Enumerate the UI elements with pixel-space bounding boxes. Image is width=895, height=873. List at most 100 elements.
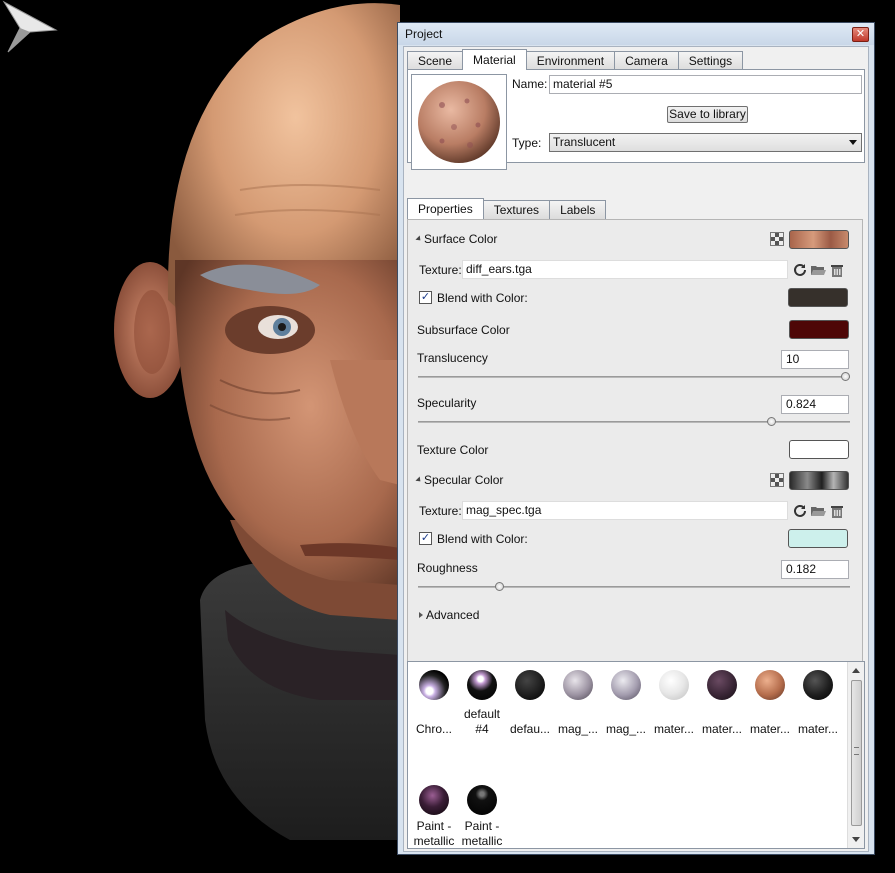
- material-type-select[interactable]: Translucent: [549, 133, 862, 152]
- checker-texture-icon[interactable]: [770, 232, 784, 246]
- texture-color-label: Texture Color: [417, 443, 489, 457]
- material-ball-icon: [611, 670, 641, 700]
- expand-triangle-icon: [419, 612, 423, 618]
- library-item-label: Paint - metallic ultra: [413, 819, 455, 848]
- tab-camera[interactable]: Camera: [614, 51, 679, 70]
- library-item[interactable]: mater...: [746, 670, 794, 737]
- subsurface-color-swatch[interactable]: [789, 320, 849, 339]
- library-item[interactable]: mater...: [794, 670, 842, 737]
- save-to-library-button[interactable]: Save to library: [667, 106, 748, 123]
- library-item[interactable]: Chro...: [410, 670, 458, 737]
- surface-color-label: Surface Color: [424, 232, 498, 246]
- specular-texture-field[interactable]: mag_spec.tga: [462, 501, 788, 520]
- library-item-label: Chro...: [415, 722, 452, 736]
- title-bar[interactable]: Project ✕: [398, 23, 874, 45]
- surface-texture-field[interactable]: diff_ears.tga: [462, 260, 788, 279]
- material-ball-icon: [419, 785, 449, 815]
- specularity-label: Specularity: [417, 396, 477, 410]
- library-item[interactable]: Paint - metallic ultra: [458, 785, 506, 848]
- tab-settings[interactable]: Settings: [677, 51, 744, 70]
- library-item[interactable]: mag_...: [602, 670, 650, 737]
- tab-environment[interactable]: Environment: [525, 51, 616, 70]
- library-item-label: mater...: [701, 722, 742, 736]
- tab-textures[interactable]: Textures: [482, 200, 551, 219]
- roughness-slider-thumb[interactable]: [494, 582, 504, 591]
- surface-texture-label: Texture:: [419, 263, 462, 277]
- trash-icon[interactable]: [829, 262, 845, 278]
- tab-material[interactable]: Material: [462, 49, 527, 70]
- tab-properties[interactable]: Properties: [407, 198, 484, 219]
- library-item[interactable]: mag_...: [554, 670, 602, 737]
- roughness-label: Roughness: [417, 561, 478, 575]
- scrollbar-thumb[interactable]: [851, 680, 862, 826]
- library-item-label: mater...: [653, 722, 694, 736]
- translucency-slider-thumb[interactable]: [841, 372, 850, 381]
- library-scrollbar[interactable]: [847, 662, 864, 848]
- translucency-slider-track[interactable]: [418, 376, 850, 378]
- material-preview-sphere-icon: [418, 81, 500, 163]
- project-window: Project ✕ Scene Material Environment Cam…: [397, 22, 875, 855]
- trash-icon[interactable]: [829, 503, 845, 519]
- scroll-down-arrow-icon[interactable]: [852, 837, 860, 842]
- library-item-label: defau...: [509, 722, 551, 736]
- specular-blend-checkbox[interactable]: ✓: [419, 532, 432, 545]
- roughness-slider-track[interactable]: [418, 586, 850, 588]
- specular-blend-color-swatch[interactable]: [788, 529, 848, 548]
- material-library: Chro... default #4 defau... mag_... mag_... m…: [407, 661, 865, 849]
- material-ball-icon: [467, 670, 497, 700]
- library-item-label: Paint - metallic ultra: [461, 819, 503, 848]
- refresh-icon[interactable]: [792, 503, 808, 519]
- texture-color-swatch[interactable]: [789, 440, 849, 459]
- window-client-area: Scene Material Environment Camera Settin…: [403, 46, 869, 852]
- library-item[interactable]: mater...: [650, 670, 698, 737]
- scroll-up-arrow-icon[interactable]: [852, 668, 860, 673]
- folder-open-icon[interactable]: [810, 262, 826, 278]
- library-item[interactable]: mater...: [698, 670, 746, 737]
- specular-blend-label: Blend with Color:: [437, 532, 528, 546]
- material-preview[interactable]: [411, 74, 507, 170]
- library-item[interactable]: defau...: [506, 670, 554, 737]
- material-ball-icon: [563, 670, 593, 700]
- translucency-input[interactable]: 10: [781, 350, 849, 369]
- specular-texture-label: Texture:: [419, 504, 462, 518]
- material-type-value: Translucent: [553, 135, 616, 149]
- surface-color-header[interactable]: Surface Color: [415, 232, 498, 246]
- material-ball-icon: [755, 670, 785, 700]
- specularity-slider-thumb[interactable]: [766, 417, 776, 426]
- surface-blend-checkbox[interactable]: ✓: [419, 291, 432, 304]
- tab-labels[interactable]: Labels: [549, 200, 607, 219]
- close-button[interactable]: ✕: [852, 27, 869, 42]
- material-ball-icon: [659, 670, 689, 700]
- specular-color-label: Specular Color: [424, 473, 504, 487]
- cursor-arrow-icon: [2, 0, 58, 53]
- material-name-field[interactable]: material #5: [549, 75, 862, 94]
- specular-color-header[interactable]: Specular Color: [415, 473, 504, 487]
- surface-texture-thumbnail[interactable]: [789, 230, 849, 249]
- library-item-label: default #4: [463, 707, 501, 736]
- specularity-input[interactable]: 0.824: [781, 395, 849, 414]
- library-item[interactable]: default #4: [458, 670, 506, 737]
- surface-blend-color-swatch[interactable]: [788, 288, 848, 307]
- material-ball-icon: [803, 670, 833, 700]
- properties-tab-bar: Properties Textures Labels: [407, 198, 607, 219]
- library-item-label: mater...: [797, 722, 838, 736]
- checker-texture-icon[interactable]: [770, 473, 784, 487]
- main-tab-bar: Scene Material Environment Camera Settin…: [407, 49, 744, 70]
- library-item-label: mater...: [749, 722, 790, 736]
- folder-open-icon[interactable]: [810, 503, 826, 519]
- collapse-triangle-icon: [415, 235, 423, 243]
- library-item-label: mag_...: [557, 722, 599, 736]
- properties-panel: Surface Color Texture: diff_ears.tga ✓ B…: [407, 219, 863, 675]
- tab-scene[interactable]: Scene: [407, 51, 464, 70]
- roughness-input[interactable]: 0.182: [781, 560, 849, 579]
- specularity-slider-track[interactable]: [418, 421, 850, 423]
- subsurface-color-label: Subsurface Color: [417, 323, 510, 337]
- collapse-triangle-icon: [415, 476, 423, 484]
- specular-texture-thumbnail[interactable]: [789, 471, 849, 490]
- library-item[interactable]: Paint - metallic ultra: [410, 785, 458, 848]
- panel-splitter-handle[interactable]: [623, 654, 643, 665]
- material-header-panel: Name: material #5 Save to library Type: …: [407, 69, 865, 170]
- advanced-header[interactable]: Advanced: [419, 608, 479, 622]
- refresh-icon[interactable]: [792, 262, 808, 278]
- material-ball-icon: [467, 785, 497, 815]
